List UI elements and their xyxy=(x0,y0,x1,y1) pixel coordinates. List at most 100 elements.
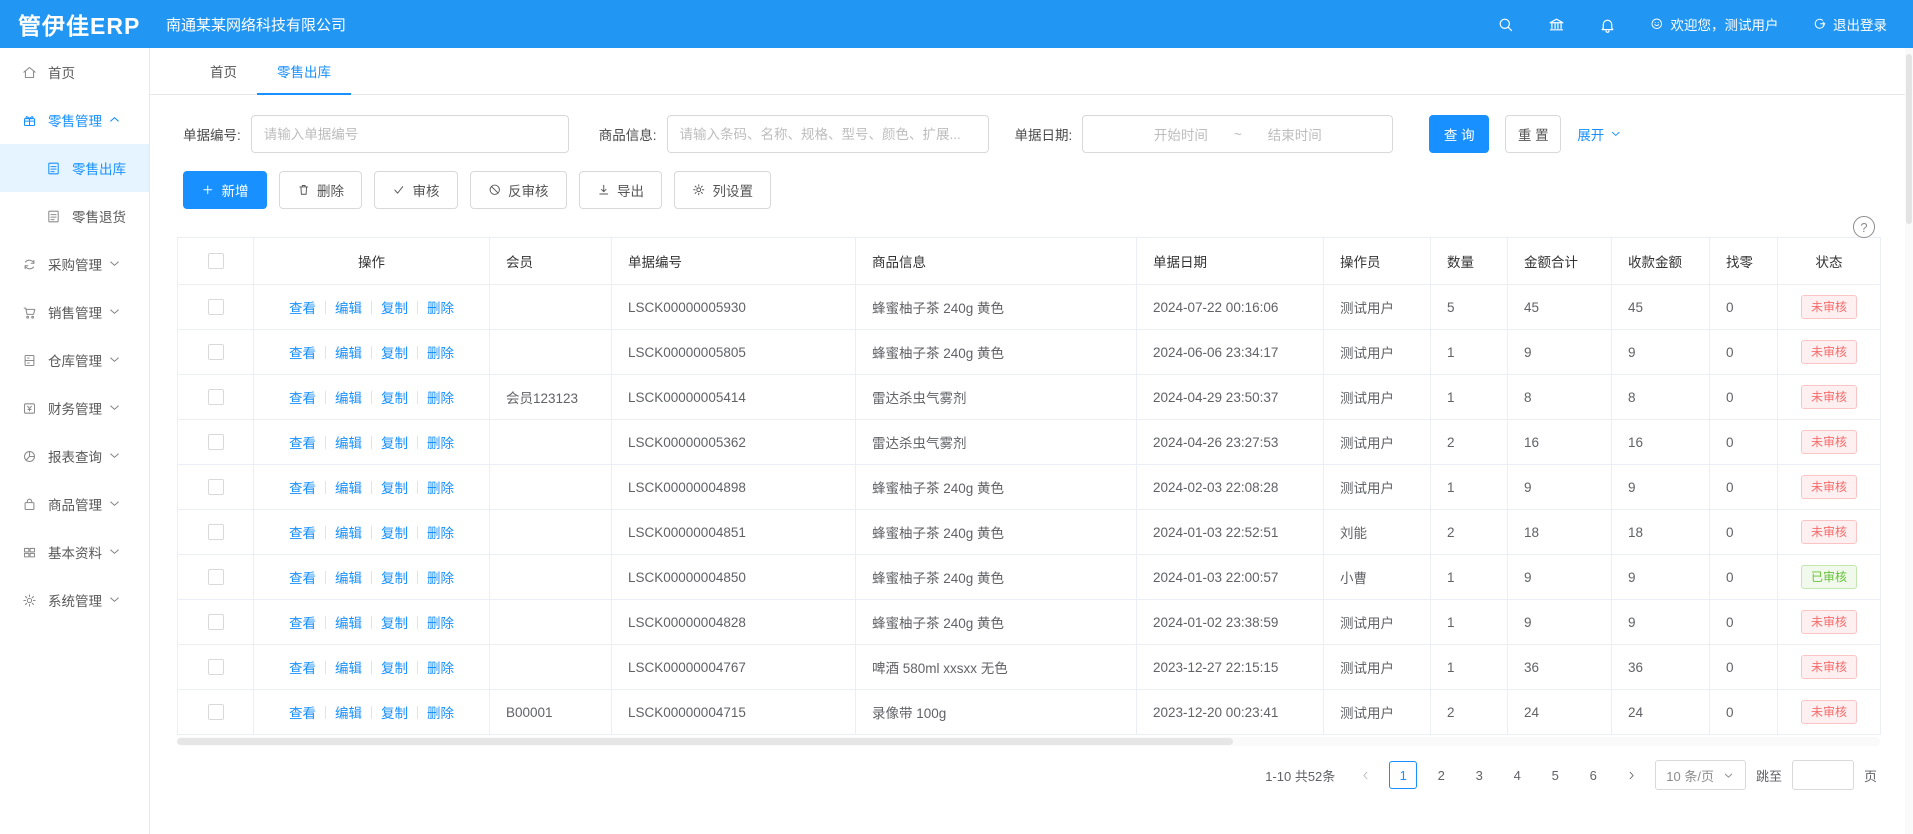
sidebar-item-warehouse-management[interactable]: 仓库管理 xyxy=(0,336,149,384)
company-name: 南通某某网络科技有限公司 xyxy=(166,14,346,35)
page-button-6[interactable]: 6 xyxy=(1579,761,1607,789)
row-checkbox[interactable] xyxy=(208,614,224,630)
copy-link[interactable]: 复制 xyxy=(381,297,408,317)
copy-link[interactable]: 复制 xyxy=(381,612,408,632)
audit-button[interactable]: 审核 xyxy=(374,171,458,209)
bill-no-input[interactable] xyxy=(251,115,569,153)
horizontal-scrollbar[interactable] xyxy=(177,737,1880,746)
sidebar-item-home[interactable]: 首页 xyxy=(0,48,149,96)
tab-bar: 首页 零售出库 xyxy=(150,48,1913,95)
row-checkbox[interactable] xyxy=(208,569,224,585)
copy-link[interactable]: 复制 xyxy=(381,432,408,452)
delete-link[interactable]: 删除 xyxy=(427,657,454,677)
row-checkbox[interactable] xyxy=(208,389,224,405)
delete-link[interactable]: 删除 xyxy=(427,432,454,452)
edit-link[interactable]: 编辑 xyxy=(335,657,362,677)
prev-page-button[interactable] xyxy=(1351,761,1379,789)
tab-retail-outbound[interactable]: 零售出库 xyxy=(257,48,351,94)
edit-link[interactable]: 编辑 xyxy=(335,702,362,722)
row-checkbox[interactable] xyxy=(208,299,224,315)
header-op: 操作 xyxy=(254,238,490,285)
view-link[interactable]: 查看 xyxy=(289,432,316,452)
view-link[interactable]: 查看 xyxy=(289,297,316,317)
date-range-input[interactable]: 开始时间 ~ 结束时间 xyxy=(1082,115,1393,153)
delete-link[interactable]: 删除 xyxy=(427,522,454,542)
edit-link[interactable]: 编辑 xyxy=(335,342,362,362)
delete-link[interactable]: 删除 xyxy=(427,477,454,497)
product-info-input[interactable] xyxy=(667,115,989,153)
edit-link[interactable]: 编辑 xyxy=(335,477,362,497)
sidebar-item-sales-management[interactable]: 销售管理 xyxy=(0,288,149,336)
expand-link[interactable]: 展开 xyxy=(1577,124,1623,144)
delete-link[interactable]: 删除 xyxy=(427,297,454,317)
row-checkbox[interactable] xyxy=(208,344,224,360)
sidebar-item-system-management[interactable]: 系统管理 xyxy=(0,576,149,624)
copy-link[interactable]: 复制 xyxy=(381,657,408,677)
search-button[interactable]: 查 询 xyxy=(1429,115,1489,153)
view-link[interactable]: 查看 xyxy=(289,612,316,632)
bank-icon[interactable] xyxy=(1548,16,1565,33)
edit-link[interactable]: 编辑 xyxy=(335,432,362,452)
page-button-5[interactable]: 5 xyxy=(1541,761,1569,789)
page-button-2[interactable]: 2 xyxy=(1427,761,1455,789)
view-link[interactable]: 查看 xyxy=(289,702,316,722)
edit-link[interactable]: 编辑 xyxy=(335,297,362,317)
view-link[interactable]: 查看 xyxy=(289,657,316,677)
help-icon[interactable]: ? xyxy=(1853,216,1875,238)
view-link[interactable]: 查看 xyxy=(289,387,316,407)
delete-link[interactable]: 删除 xyxy=(427,567,454,587)
view-link[interactable]: 查看 xyxy=(289,477,316,497)
delete-button[interactable]: 删除 xyxy=(279,171,363,209)
sidebar-item-finance-management[interactable]: 财务管理 xyxy=(0,384,149,432)
copy-link[interactable]: 复制 xyxy=(381,342,408,362)
view-link[interactable]: 查看 xyxy=(289,522,316,542)
row-checkbox[interactable] xyxy=(208,479,224,495)
page-button-3[interactable]: 3 xyxy=(1465,761,1493,789)
sidebar-item-basic-data[interactable]: 基本资料 xyxy=(0,528,149,576)
sidebar-item-retail-management[interactable]: 零售管理 xyxy=(0,96,149,144)
sidebar-item-retail-outbound[interactable]: 零售出库 xyxy=(0,144,149,192)
copy-link[interactable]: 复制 xyxy=(381,567,408,587)
logout-button[interactable]: 退出登录 xyxy=(1813,14,1888,34)
page-button-4[interactable]: 4 xyxy=(1503,761,1531,789)
row-checkbox[interactable] xyxy=(208,659,224,675)
sidebar-item-product-management[interactable]: 商品管理 xyxy=(0,480,149,528)
add-button[interactable]: 新增 xyxy=(183,171,267,209)
tab-home[interactable]: 首页 xyxy=(190,48,257,94)
edit-link[interactable]: 编辑 xyxy=(335,612,362,632)
row-checkbox[interactable] xyxy=(208,434,224,450)
user-menu[interactable]: 欢迎您，测试用户 xyxy=(1650,14,1779,34)
delete-link[interactable]: 删除 xyxy=(427,387,454,407)
view-link[interactable]: 查看 xyxy=(289,342,316,362)
copy-link[interactable]: 复制 xyxy=(381,477,408,497)
column-settings-button[interactable]: 列设置 xyxy=(674,171,771,209)
unaudit-button[interactable]: 反审核 xyxy=(470,171,567,209)
page-size-select[interactable]: 10 条/页 xyxy=(1655,760,1746,790)
edit-link[interactable]: 编辑 xyxy=(335,567,362,587)
copy-link[interactable]: 复制 xyxy=(381,702,408,722)
sidebar-item-retail-return[interactable]: 零售退货 xyxy=(0,192,149,240)
search-icon[interactable] xyxy=(1497,16,1514,33)
delete-link[interactable]: 删除 xyxy=(427,342,454,362)
copy-link[interactable]: 复制 xyxy=(381,522,408,542)
delete-link[interactable]: 删除 xyxy=(427,612,454,632)
row-checkbox[interactable] xyxy=(208,524,224,540)
vertical-scrollbar[interactable] xyxy=(1905,48,1913,834)
sidebar-item-purchase-management[interactable]: 采购管理 xyxy=(0,240,149,288)
bill-no-cell: LSCK00000005362 xyxy=(612,420,856,465)
row-checkbox[interactable] xyxy=(208,704,224,720)
select-all-checkbox[interactable] xyxy=(208,253,224,269)
sidebar-item-report-query[interactable]: 报表查询 xyxy=(0,432,149,480)
reset-button[interactable]: 重 置 xyxy=(1505,115,1561,153)
page-button-1[interactable]: 1 xyxy=(1389,761,1417,789)
export-button[interactable]: 导出 xyxy=(579,171,663,209)
copy-link[interactable]: 复制 xyxy=(381,387,408,407)
jump-page-input[interactable] xyxy=(1792,760,1854,790)
next-page-button[interactable] xyxy=(1617,761,1645,789)
edit-link[interactable]: 编辑 xyxy=(335,387,362,407)
bell-icon[interactable] xyxy=(1599,16,1616,33)
delete-link[interactable]: 删除 xyxy=(427,702,454,722)
edit-link[interactable]: 编辑 xyxy=(335,522,362,542)
logout-label: 退出登录 xyxy=(1833,14,1887,34)
view-link[interactable]: 查看 xyxy=(289,567,316,587)
